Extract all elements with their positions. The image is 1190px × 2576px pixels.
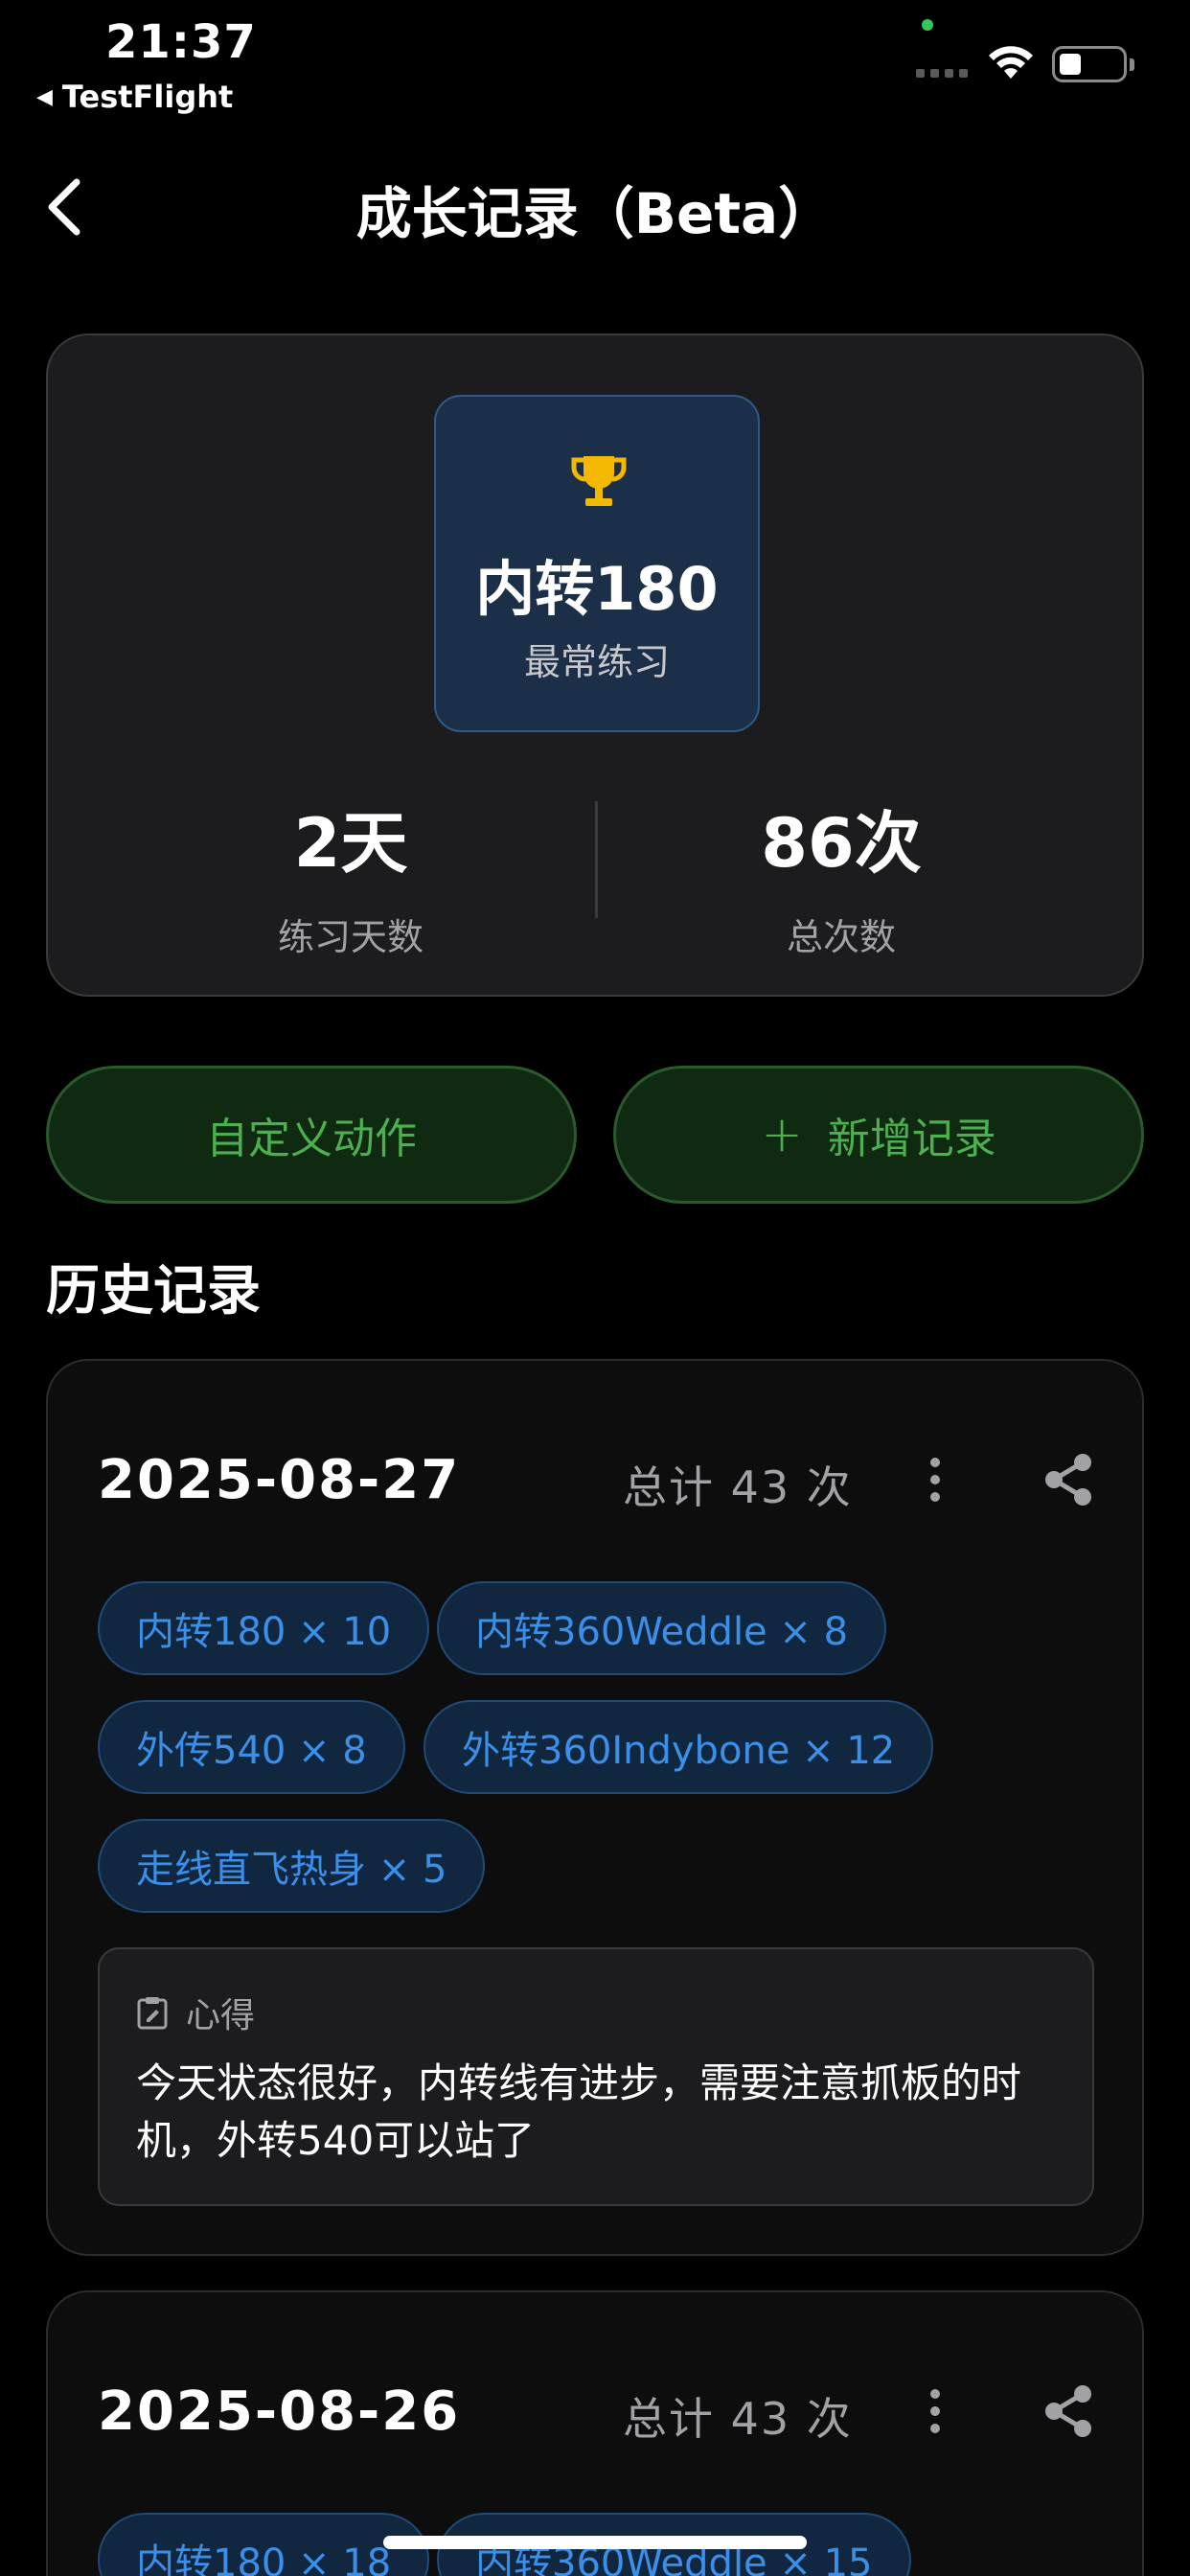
privacy-indicator-dot — [922, 19, 933, 31]
notes-label: 心得 — [186, 1996, 256, 2036]
practice-days-label: 练习天数 — [277, 916, 423, 958]
history-section-title: 历史记录 — [46, 1260, 261, 1322]
status-time: 21:37 — [105, 15, 257, 69]
back-app-label: TestFlight — [61, 79, 234, 115]
history-record-card: 2025-08-26 总计 43 次 内转180 × 18 内转360Weddl… — [46, 2290, 1144, 2576]
add-record-label: 新增记录 — [827, 1115, 996, 1163]
record-total: 总计 43 次 — [623, 1461, 853, 1513]
practice-days-stat: 2天 练习天数 — [159, 790, 542, 960]
record-total: 总计 43 次 — [623, 2393, 853, 2445]
battery-icon — [1052, 46, 1134, 82]
share-icon[interactable] — [1041, 1451, 1098, 1508]
more-options-icon[interactable] — [916, 2382, 954, 2440]
record-date: 2025-08-26 — [98, 2380, 461, 2443]
exercise-tag[interactable]: 内转180 × 10 — [98, 1581, 430, 1675]
wifi-icon — [989, 46, 1033, 79]
back-triangle-icon: ◀ — [36, 84, 53, 109]
record-date: 2025-08-27 — [98, 1449, 461, 1511]
total-count-value: 86次 — [761, 804, 922, 883]
custom-action-label: 自定义动作 — [206, 1115, 417, 1163]
add-record-button[interactable]: + 新增记录 — [613, 1066, 1144, 1204]
cellular-signal-icon — [916, 69, 968, 78]
exercise-tag[interactable]: 内转180 × 18 — [98, 2513, 430, 2576]
notes-text: 今天状态很好，内转线有进步，需要注意抓板的时机，外转540可以站了 — [136, 2059, 1022, 2164]
share-icon[interactable] — [1041, 2382, 1098, 2440]
exercise-tag[interactable]: 外转360Indybone × 12 — [423, 1700, 934, 1794]
most-practiced-label: 最常练习 — [523, 641, 670, 683]
notes-header: 心得 — [136, 1988, 255, 2037]
page-title: 成长记录（Beta） — [355, 181, 835, 246]
total-count-label: 总次数 — [786, 916, 896, 958]
most-practiced-box: 内转180 最常练习 — [434, 395, 760, 732]
exercise-tag[interactable]: 内转360Weddle × 8 — [437, 1581, 887, 1675]
more-options-icon[interactable] — [916, 1451, 954, 1508]
exercise-tag[interactable]: 走线直飞热身 × 5 — [98, 1819, 486, 1913]
summary-card: 内转180 最常练习 2天 练习天数 86次 总次数 — [46, 334, 1144, 997]
notes-box: 心得 今天状态很好，内转线有进步，需要注意抓板的时机，外转540可以站了 — [98, 1947, 1094, 2206]
back-to-app-link[interactable]: ◀ TestFlight — [36, 79, 233, 115]
most-practiced-name: 内转180 — [475, 554, 719, 624]
trophy-icon — [571, 456, 627, 506]
history-record-card: 2025-08-27 总计 43 次 内转180 × 10 内转360Weddl… — [46, 1359, 1144, 2256]
practice-days-value: 2天 — [293, 804, 408, 883]
plus-icon: + — [761, 1106, 803, 1163]
stat-divider — [595, 801, 598, 918]
growth-record-screen: 21:37 ◀ TestFlight 成长记录（Beta） 内转180 最常练习 — [0, 0, 1190, 2576]
total-count-stat: 86次 总次数 — [650, 790, 1033, 960]
custom-action-button[interactable]: 自定义动作 — [46, 1066, 577, 1204]
home-indicator[interactable] — [383, 2536, 807, 2549]
exercise-tag[interactable]: 外传540 × 8 — [98, 1700, 405, 1794]
notes-clipboard-icon — [137, 1997, 168, 2030]
